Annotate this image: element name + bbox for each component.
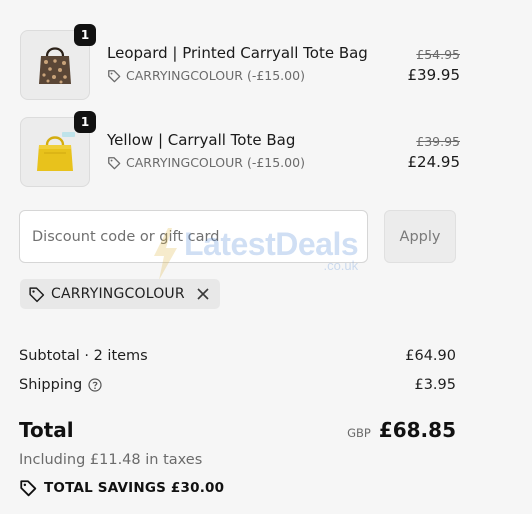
total-savings-text: TOTAL SAVINGS £30.00 (44, 480, 225, 496)
total-amount-group: GBP £68.85 (347, 418, 456, 442)
subtotal-value: £64.90 (405, 348, 456, 364)
subtotal-row: Subtotal · 2 items £64.90 (19, 348, 456, 364)
quantity-badge: 1 (74, 24, 96, 46)
remove-code-button[interactable] (194, 285, 212, 303)
leopard-tote-bag-image (39, 47, 71, 84)
item-discount: CARRYINGCOLOUR (-£15.00) (107, 155, 305, 170)
original-price: £39.95 (416, 134, 460, 149)
total-label: Total (19, 418, 74, 442)
question-circle-icon[interactable] (88, 378, 102, 392)
tag-icon (20, 480, 37, 497)
item-price: £39.95 (407, 66, 461, 84)
yellow-tote-bag-image (37, 132, 75, 171)
subtotal-label: Subtotal · 2 items (19, 348, 148, 364)
line-item: 1 Leopard | Printed Carryall Tote Bag CA… (20, 24, 461, 102)
total-row: Total GBP £68.85 (19, 418, 456, 442)
close-icon (197, 288, 209, 300)
shipping-row: Shipping £3.95 (19, 377, 456, 393)
item-discount-text: CARRYINGCOLOUR (-£15.00) (126, 155, 305, 170)
quantity-badge: 1 (74, 111, 96, 133)
product-title: Yellow | Carryall Tote Bag (107, 131, 296, 149)
apply-button[interactable]: Apply (384, 210, 456, 263)
line-item: 1 Yellow | Carryall Tote Bag CARRYINGCOL… (20, 111, 461, 189)
tag-icon (108, 69, 121, 82)
shipping-label-group: Shipping (19, 377, 102, 393)
item-discount: CARRYINGCOLOUR (-£15.00) (107, 68, 305, 83)
applied-code-chip: CARRYINGCOLOUR (20, 279, 220, 309)
applied-code-label: CARRYINGCOLOUR (51, 286, 185, 302)
original-price: £54.95 (416, 47, 460, 62)
item-price: £24.95 (407, 153, 461, 171)
product-title: Leopard | Printed Carryall Tote Bag (107, 44, 368, 62)
total-value: £68.85 (378, 418, 456, 442)
shipping-label: Shipping (19, 377, 83, 393)
tag-icon (108, 156, 121, 169)
shipping-value: £3.95 (414, 377, 456, 393)
discount-code-input[interactable] (19, 210, 368, 263)
taxes-note: Including £11.48 in taxes (19, 452, 203, 468)
currency-code: GBP (347, 426, 371, 440)
tag-icon (29, 286, 45, 302)
item-discount-text: CARRYINGCOLOUR (-£15.00) (126, 68, 305, 83)
total-savings: TOTAL SAVINGS £30.00 (19, 479, 224, 497)
